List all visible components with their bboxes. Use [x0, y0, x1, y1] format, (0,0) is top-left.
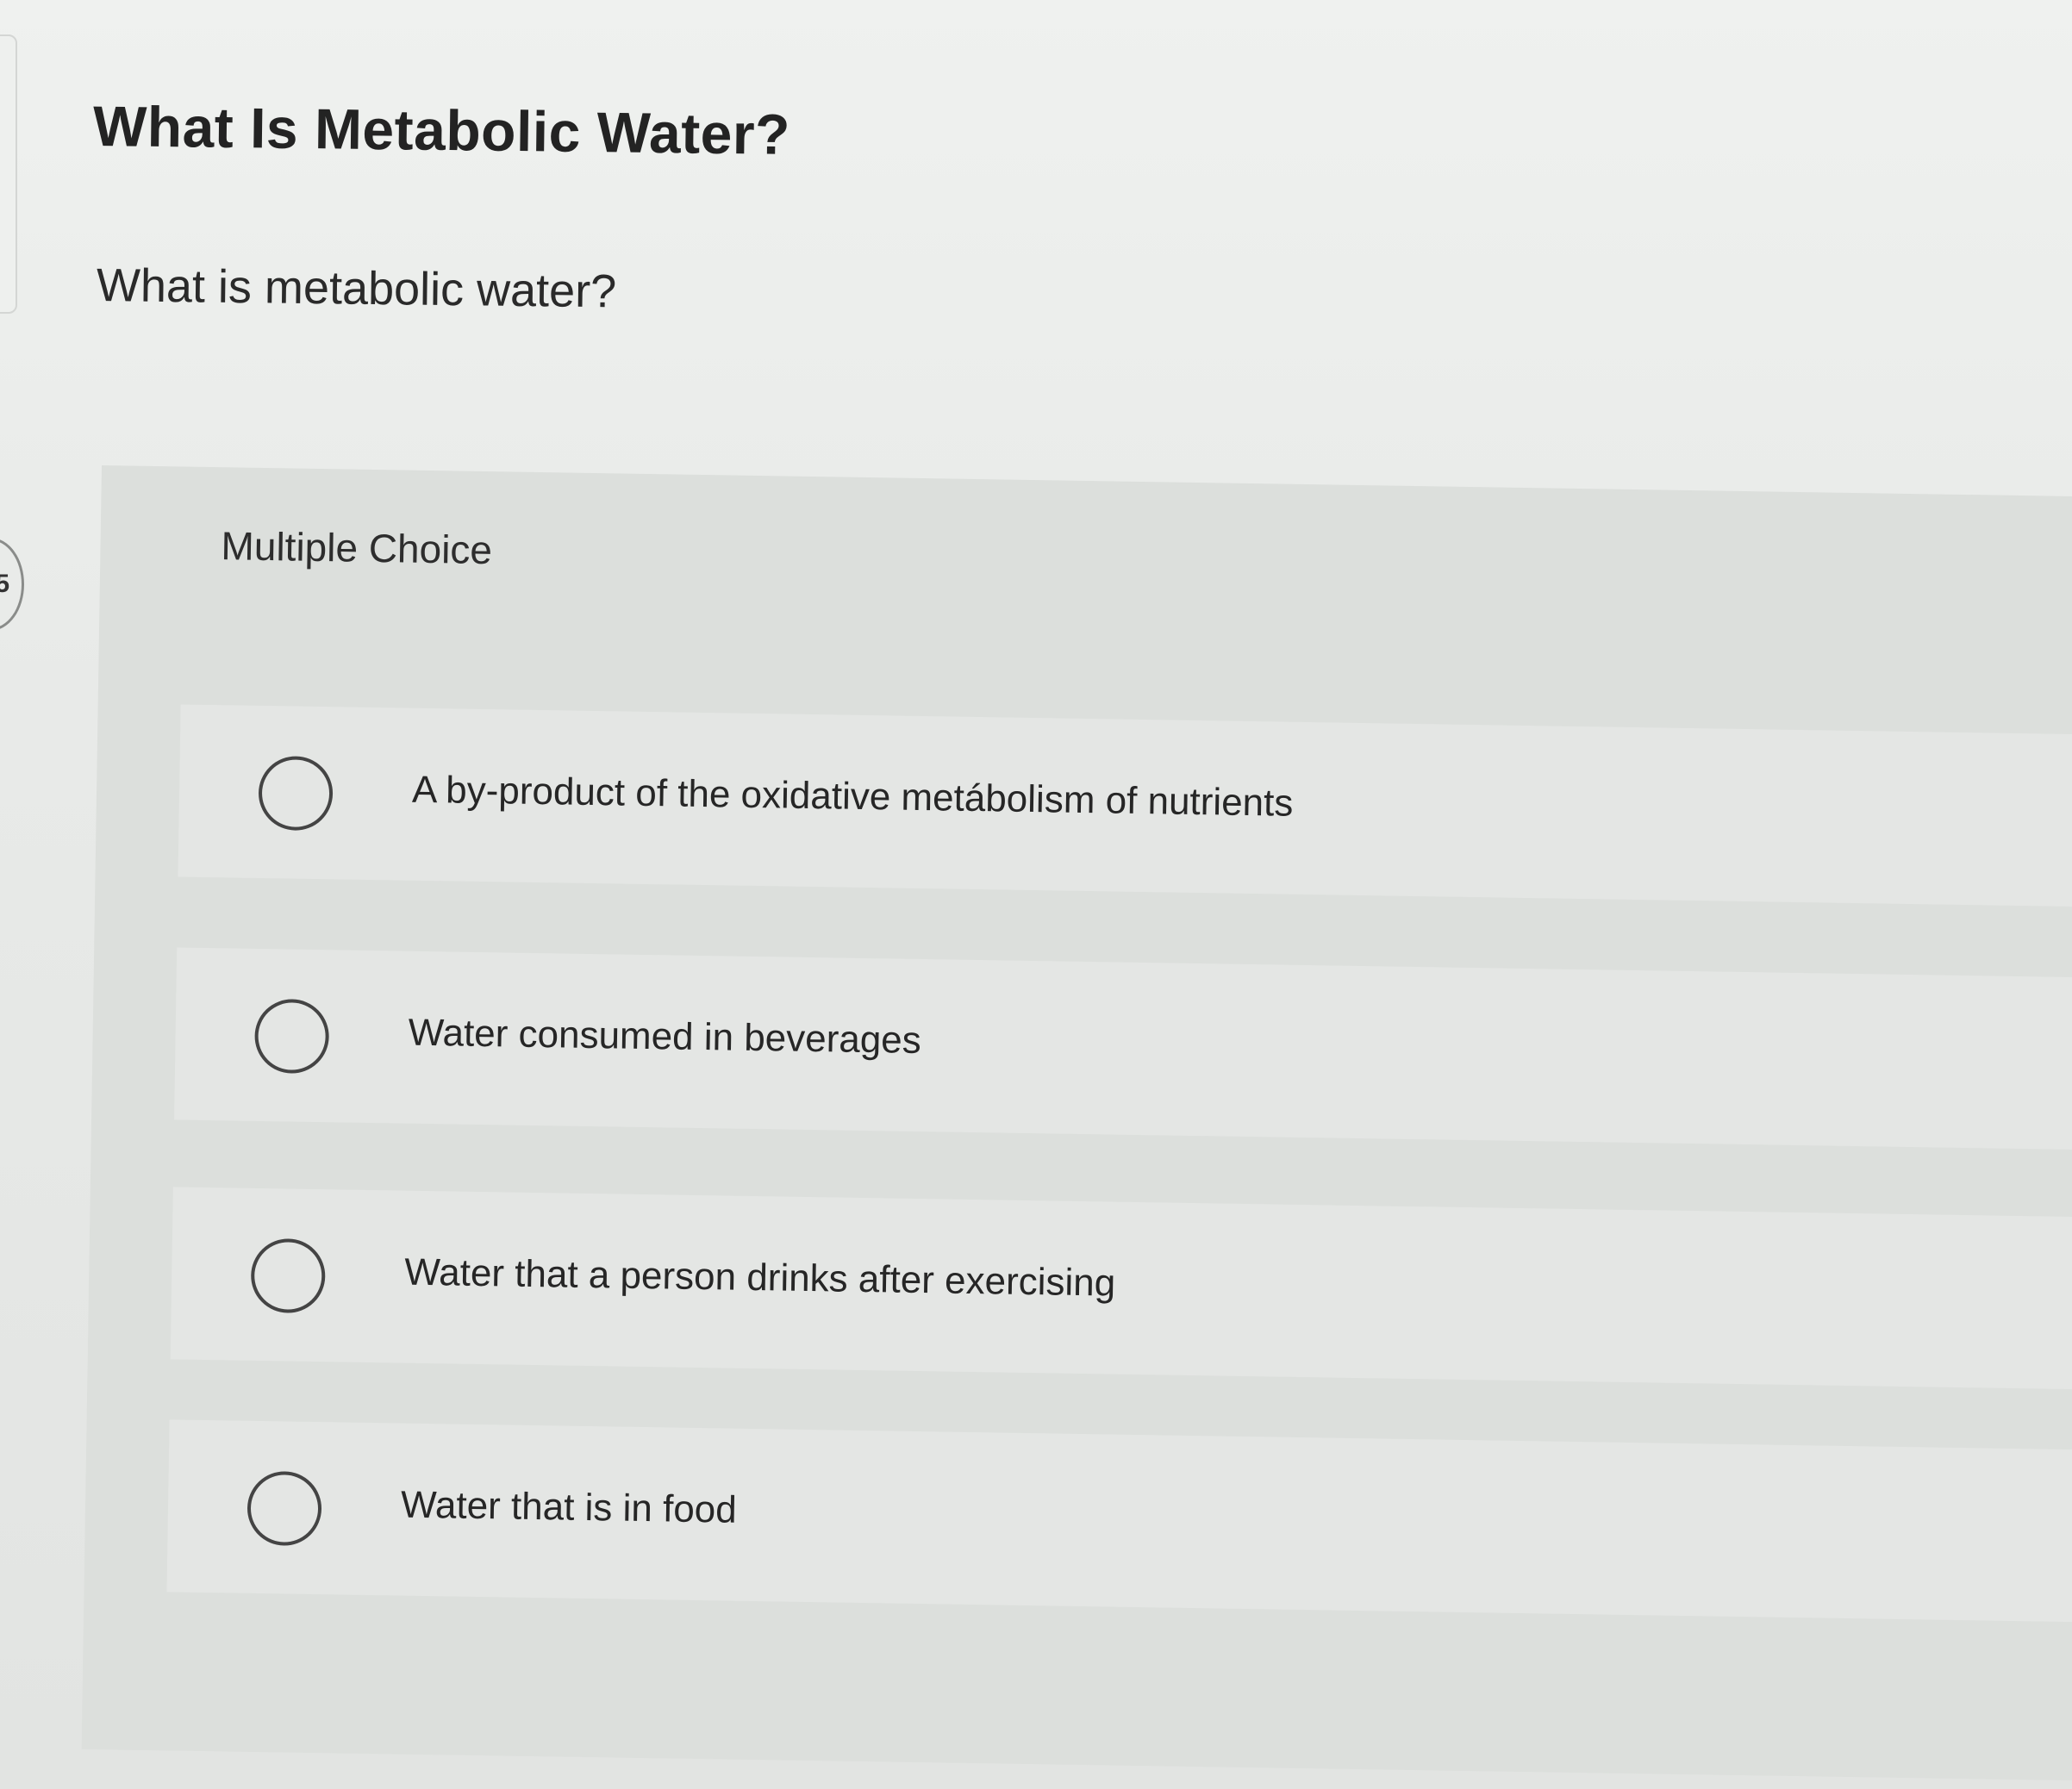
question-prompt: What is metabolic water?: [96, 259, 617, 318]
radio-button-3[interactable]: [250, 1237, 326, 1314]
choice-label-1: A by-product of the oxidative metábolism…: [411, 768, 1294, 825]
radio-button-1[interactable]: [258, 755, 334, 832]
choice-label-3: Water that a person drinks after exercis…: [403, 1250, 1116, 1305]
choice-option-2[interactable]: Water consumed in beverages: [174, 947, 2072, 1150]
question-title: What Is Metabolic Water?: [92, 94, 791, 166]
question-type-label: Multiple Choice: [221, 523, 493, 573]
choice-label-4: Water that is in food: [400, 1483, 738, 1531]
choice-label-2: Water consumed in beverages: [408, 1011, 922, 1063]
choice-option-3[interactable]: Water that a person drinks after exercis…: [170, 1187, 2072, 1390]
question-number: 5: [0, 570, 9, 598]
radio-button-4[interactable]: [247, 1470, 322, 1547]
choice-option-4[interactable]: Water that is in food: [166, 1419, 2072, 1623]
choice-option-1[interactable]: A by-product of the oxidative metábolism…: [178, 704, 2072, 907]
previous-card-edge: [0, 34, 17, 314]
multiple-choice-panel: Multiple Choice A by-product of the oxid…: [81, 465, 2072, 1781]
radio-button-2[interactable]: [253, 998, 330, 1075]
